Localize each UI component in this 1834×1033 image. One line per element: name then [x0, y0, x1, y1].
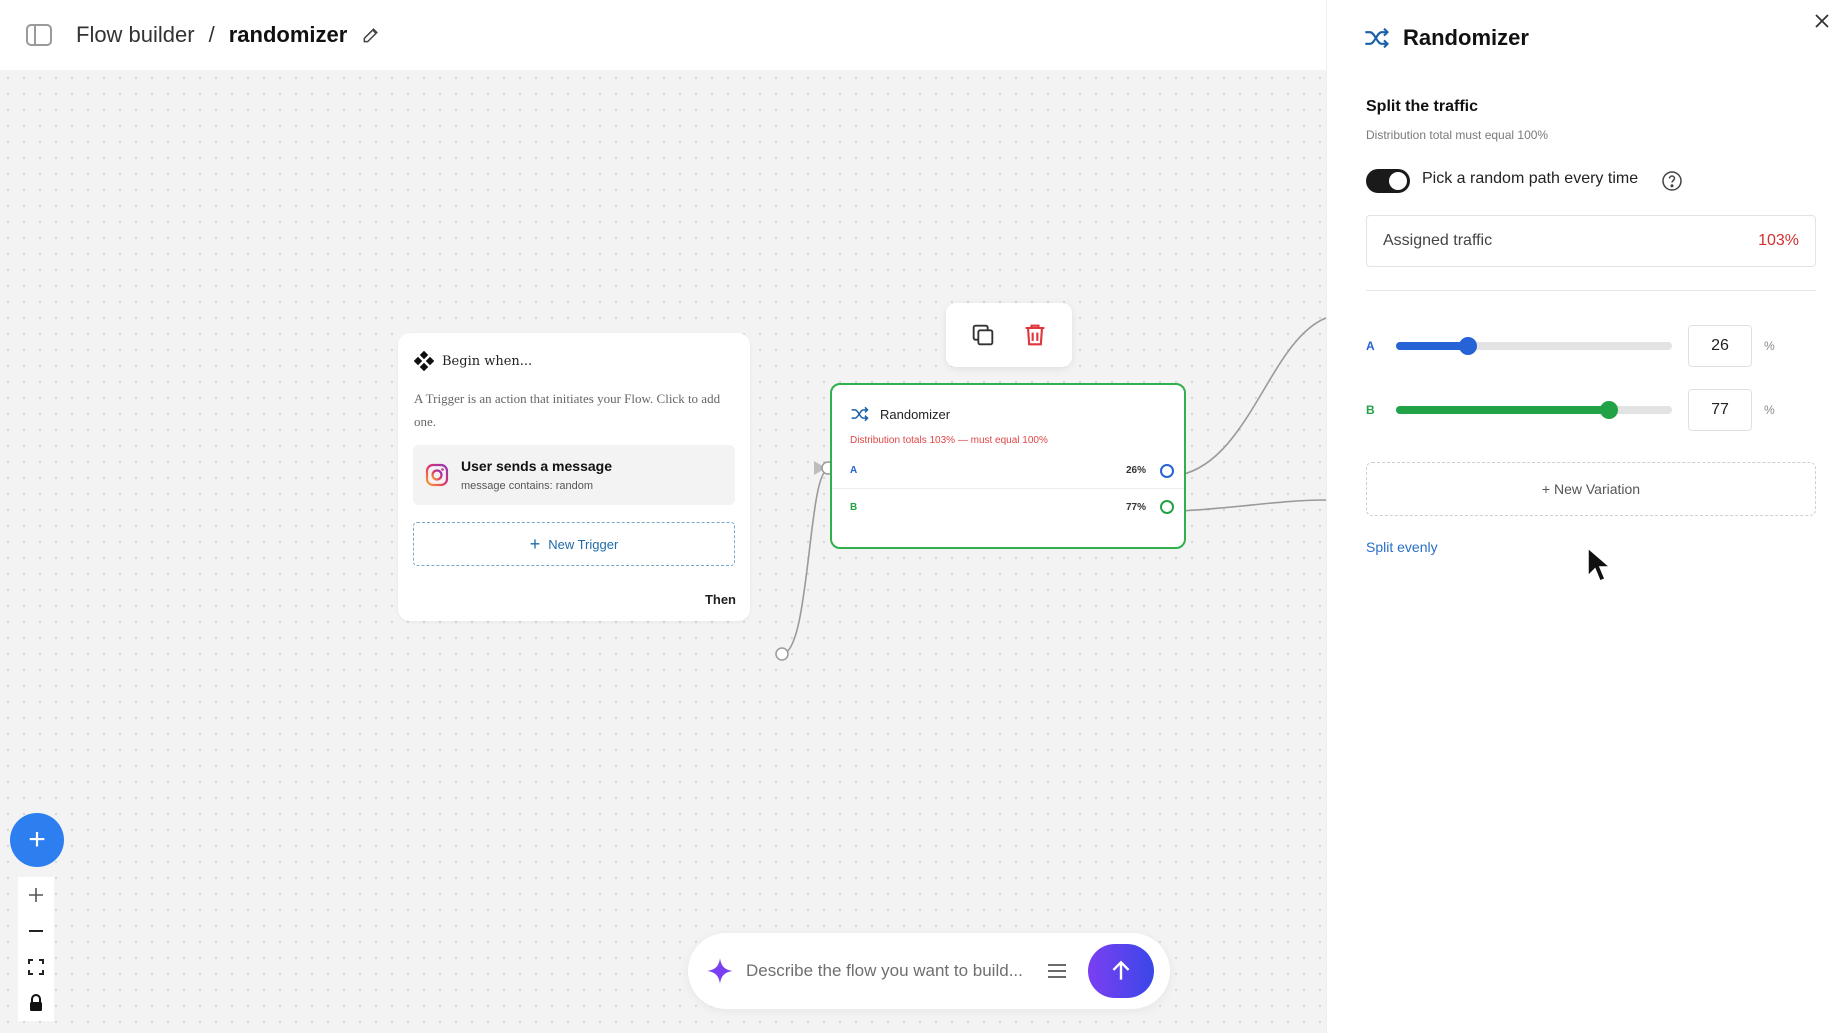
variation-input-b[interactable] — [1688, 389, 1752, 431]
distribution-error: Distribution totals 103% — must equal 10… — [850, 435, 1048, 446]
randomizer-node[interactable]: Randomizer Distribution totals 103% — mu… — [830, 383, 1186, 549]
arrow-up-icon — [1112, 960, 1130, 980]
trigger-card[interactable]: Begin when... A Trigger is an action tha… — [398, 333, 750, 621]
menu-icon[interactable] — [1046, 961, 1068, 981]
slider-fill — [1396, 406, 1609, 414]
percent-unit: % — [1764, 403, 1775, 417]
toggle-label: Pick a random path every time — [1422, 170, 1639, 187]
randomizer-node-title: Randomizer — [880, 406, 951, 422]
randomizer-row-b[interactable]: B 77% — [832, 489, 1184, 525]
shuffle-icon — [1365, 27, 1389, 49]
zoom-in-button[interactable] — [18, 877, 54, 913]
variation-slider-a[interactable] — [1396, 337, 1672, 355]
assigned-traffic-box: Assigned traffic 103% — [1366, 215, 1816, 267]
slider-thumb[interactable] — [1599, 401, 1618, 419]
plus-icon: + — [529, 533, 541, 554]
random-path-toggle[interactable] — [1366, 169, 1410, 193]
slider-fill — [1396, 342, 1468, 350]
slider-thumb[interactable] — [1458, 337, 1477, 355]
fit-view-button[interactable] — [18, 949, 54, 985]
trigger-item[interactable]: User sends a message message contains: r… — [413, 445, 735, 505]
sidebar-toggle-icon[interactable] — [26, 24, 52, 46]
minus-icon — [29, 930, 43, 932]
percent-unit: % — [1764, 339, 1775, 353]
trash-icon[interactable] — [1021, 321, 1049, 349]
trigger-item-subtitle: message contains: random — [461, 480, 594, 492]
variation-letter: B — [1366, 403, 1375, 417]
randomizer-row-a[interactable]: A 26% — [832, 453, 1184, 489]
new-trigger-label: New Trigger — [548, 536, 619, 552]
trigger-item-title: User sends a message — [461, 458, 612, 474]
variation-slider-b[interactable] — [1396, 401, 1672, 419]
new-trigger-button[interactable]: + New Trigger — [413, 522, 735, 566]
randomizer-settings-panel: Randomizer Split the traffic Distributio… — [1326, 0, 1834, 1033]
variation-row-a: A % — [1366, 324, 1816, 368]
ai-prompt-bar — [688, 933, 1170, 1009]
pencil-icon[interactable] — [361, 25, 381, 45]
sparkle-icon — [707, 958, 733, 984]
row-letter: B — [850, 501, 858, 513]
output-port-a[interactable] — [1160, 463, 1174, 478]
split-evenly-link[interactable]: Split evenly — [1366, 539, 1438, 555]
variation-letter: A — [1366, 339, 1375, 353]
row-percent: 77% — [1125, 501, 1146, 513]
trigger-card-title: Begin when... — [442, 353, 533, 369]
fullscreen-icon — [28, 959, 44, 975]
lock-icon — [30, 994, 42, 1011]
plus-icon: + — [28, 823, 46, 856]
new-variation-button[interactable]: + New Variation — [1366, 462, 1816, 516]
top-bar: Flow builder / randomizer — [0, 0, 1326, 70]
row-percent: 26% — [1125, 465, 1146, 476]
lock-button[interactable] — [18, 985, 54, 1021]
output-port-b[interactable] — [1160, 500, 1174, 514]
close-icon[interactable] — [1811, 10, 1833, 32]
node-toolbar — [946, 303, 1072, 367]
section-title: Split the traffic — [1366, 98, 1479, 115]
duplicate-icon[interactable] — [969, 321, 997, 349]
mouse-cursor-icon — [1587, 546, 1612, 582]
zoom-controls — [18, 877, 54, 1021]
variation-row-b: B % — [1366, 388, 1816, 432]
plus-icon — [29, 888, 43, 902]
panel-title: Randomizer — [1403, 25, 1529, 50]
assigned-traffic-label: Assigned traffic — [1383, 232, 1493, 249]
flow-name: randomizer — [228, 22, 348, 47]
trigger-description: A Trigger is an action that initiates yo… — [414, 391, 721, 429]
section-subtitle: Distribution total must equal 100% — [1366, 128, 1549, 142]
zoom-out-button[interactable] — [18, 913, 54, 949]
breadcrumb-flow-builder[interactable]: Flow builder — [76, 22, 195, 48]
divider — [1366, 290, 1816, 291]
send-button[interactable] — [1088, 944, 1154, 998]
row-letter: A — [850, 465, 858, 476]
then-label: Then — [704, 592, 736, 607]
trigger-logo-icon — [414, 351, 434, 371]
shuffle-icon — [851, 406, 869, 422]
add-node-button[interactable]: + — [10, 813, 64, 867]
breadcrumb-separator: / — [208, 22, 215, 47]
variation-input-a[interactable] — [1688, 325, 1752, 367]
assigned-traffic-value: 103% — [1758, 232, 1799, 249]
flow-canvas[interactable]: Begin when... A Trigger is an action tha… — [0, 70, 1326, 1033]
instagram-icon — [425, 463, 449, 487]
help-icon[interactable] — [1661, 170, 1683, 192]
toggle-knob — [1389, 172, 1407, 190]
flow-prompt-input[interactable] — [746, 961, 1036, 981]
